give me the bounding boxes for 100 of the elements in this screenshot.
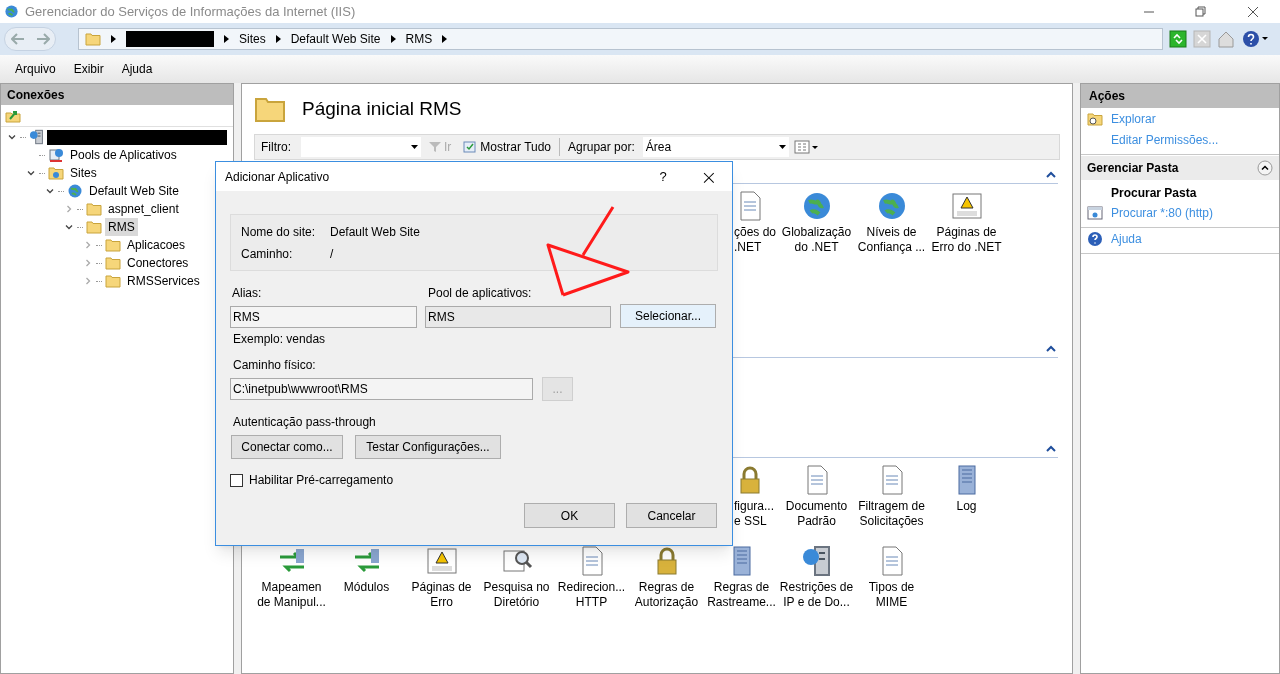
tree-item[interactable]: Aplicacoes (124, 236, 189, 254)
caret-icon[interactable] (411, 145, 418, 149)
expand-chevron-icon[interactable] (7, 132, 17, 142)
menu-item[interactable]: Ajuda (121, 60, 153, 78)
refresh-icon[interactable] (1169, 30, 1187, 48)
action-link[interactable]: Editar Permissões... (1111, 131, 1219, 149)
folder-icon (105, 255, 121, 271)
window-title: Gerenciador do Serviços de Informações da Internet (IIS) (25, 2, 356, 21)
folder-globe-icon (48, 165, 64, 181)
tree-item[interactable]: Conectores (124, 254, 192, 272)
server-icon (800, 545, 833, 577)
feature-label[interactable]: Páginas de Erro (411, 580, 472, 610)
select-button[interactable]: Selecionar... (620, 304, 716, 328)
funnel-icon (429, 141, 441, 153)
dialog-button[interactable]: OK (524, 503, 615, 528)
checkbox[interactable] (230, 473, 243, 487)
feature-label[interactable]: Regras de Rastreame... (707, 580, 776, 610)
physical-path-field[interactable]: C:\inetpub\wwwroot\RMS (230, 378, 533, 400)
group-by-select[interactable]: Área (642, 137, 789, 157)
connect-as-button[interactable]: Conectar como... (231, 435, 343, 459)
breadcrumb-item[interactable]: RMS (405, 30, 433, 48)
feature-label[interactable]: Log (956, 499, 977, 514)
field-label: Caminho: (241, 245, 294, 263)
pool-icon (48, 147, 64, 163)
feature-label[interactable]: Documento Padrão (785, 499, 848, 529)
collapse-icon[interactable] (1046, 344, 1056, 353)
globe-icon (4, 4, 19, 19)
action-link[interactable]: Ajuda (1111, 230, 1142, 248)
folder-magnifier-icon (1087, 111, 1103, 127)
checkbox-label: Habilitar Pré-carregamento (249, 472, 394, 489)
collapse-icon[interactable] (1046, 170, 1056, 179)
section-label: Autenticação pass-through (232, 414, 377, 431)
folder-icon (86, 201, 102, 217)
feature-label[interactable]: Módulos (343, 580, 390, 595)
field-value: Default Web Site (330, 223, 421, 241)
menu-item[interactable]: Exibir (73, 60, 104, 78)
pane-header: Conexões (1, 84, 233, 105)
tree-item[interactable]: Sites (67, 164, 100, 182)
dialog-title: Adicionar Aplicativo (225, 168, 331, 186)
action-link[interactable]: Explorar (1111, 110, 1156, 128)
help-button[interactable]: ? (640, 162, 686, 191)
folder-icon (86, 219, 102, 235)
breadcrumb-item[interactable]: Default Web Site (290, 30, 381, 48)
field-label: Caminho físico: (232, 357, 317, 374)
checklist-icon (463, 140, 478, 154)
page-title: Página inicial RMS (302, 96, 462, 121)
breadcrumb-arrow-icon[interactable] (224, 35, 229, 43)
feature-label[interactable]: ções do .NET (734, 225, 777, 255)
example-text: Exemplo: vendas (232, 331, 327, 348)
filter-label: Filtro: (260, 139, 292, 156)
warning-page-icon (425, 545, 458, 577)
pool-field[interactable]: RMS (425, 306, 611, 328)
feature-label[interactable]: Regras de Autorização (634, 580, 699, 610)
collapse-icon[interactable] (1257, 160, 1273, 176)
dialog-button[interactable]: Cancelar (626, 503, 717, 528)
browser-window-icon (1087, 205, 1103, 221)
test-settings-button[interactable]: Testar Configurações... (355, 435, 501, 459)
expand-chevron-icon[interactable] (64, 222, 74, 232)
breadcrumb-arrow-icon[interactable] (390, 35, 396, 43)
feature-label[interactable]: figura... e SSL (734, 499, 775, 529)
view-toggle-icon[interactable] (792, 139, 819, 155)
feature-label[interactable]: Níveis de Confiança ... (857, 225, 926, 255)
tree-item[interactable]: Pools de Aplicativos (67, 146, 180, 164)
breadcrumb-arrow-icon[interactable] (111, 35, 116, 43)
breadcrumb-item[interactable]: Sites (239, 30, 266, 48)
feature-label[interactable]: Globalização do .NET (781, 225, 852, 255)
group-by-label: Agrupar por: (567, 139, 636, 156)
tree-item[interactable]: Default Web Site (86, 182, 182, 200)
address-bar[interactable]: Sites Default Web Site RMS (78, 28, 1163, 50)
menu-item[interactable]: Arquivo (15, 60, 56, 78)
field-label: Nome do site: (241, 223, 317, 241)
breadcrumb-arrow-icon[interactable] (442, 35, 448, 43)
tree-item[interactable]: RMSServices (124, 272, 203, 290)
caret-icon (778, 145, 786, 149)
feature-label[interactable]: Páginas de Erro do .NET (931, 225, 1002, 255)
action-subtitle: Procurar Pasta (1110, 185, 1198, 202)
globe-icon (67, 183, 83, 199)
feature-label[interactable]: Mapeamen de Manipul... (257, 580, 326, 610)
breadcrumb-arrow-icon[interactable] (275, 35, 281, 43)
folder-icon (105, 273, 121, 289)
warning-page-icon (950, 190, 983, 222)
filter-field[interactable] (301, 137, 421, 157)
tree-item[interactable]: aspnet_client (105, 200, 182, 218)
feature-label[interactable]: Tipos de MIME (868, 580, 915, 610)
feature-label[interactable]: Restrições de IP e de Do... (779, 580, 854, 610)
server-icon (28, 129, 45, 145)
feature-label[interactable]: Filtragem de Solicitações (858, 499, 925, 529)
field-label: Pool de aplicativos: (427, 285, 533, 302)
action-link[interactable]: Procurar *:80 (http) (1111, 204, 1214, 222)
alias-field[interactable]: RMS (230, 306, 417, 328)
show-all-button[interactable]: Mostrar Tudo (459, 138, 556, 156)
tree-item[interactable]: RMS (105, 218, 138, 236)
close-button[interactable]: × (686, 162, 732, 191)
group-title: Gerenciar Pasta (1087, 160, 1179, 177)
help-icon[interactable] (1241, 29, 1269, 49)
field-value: / (330, 245, 335, 263)
feature-label[interactable]: Redirecion... HTTP (557, 580, 626, 610)
collapse-icon[interactable] (1046, 444, 1056, 453)
feature-label[interactable]: Pesquisa no Diretório (483, 580, 550, 610)
pane-header: Ações (1081, 84, 1279, 108)
